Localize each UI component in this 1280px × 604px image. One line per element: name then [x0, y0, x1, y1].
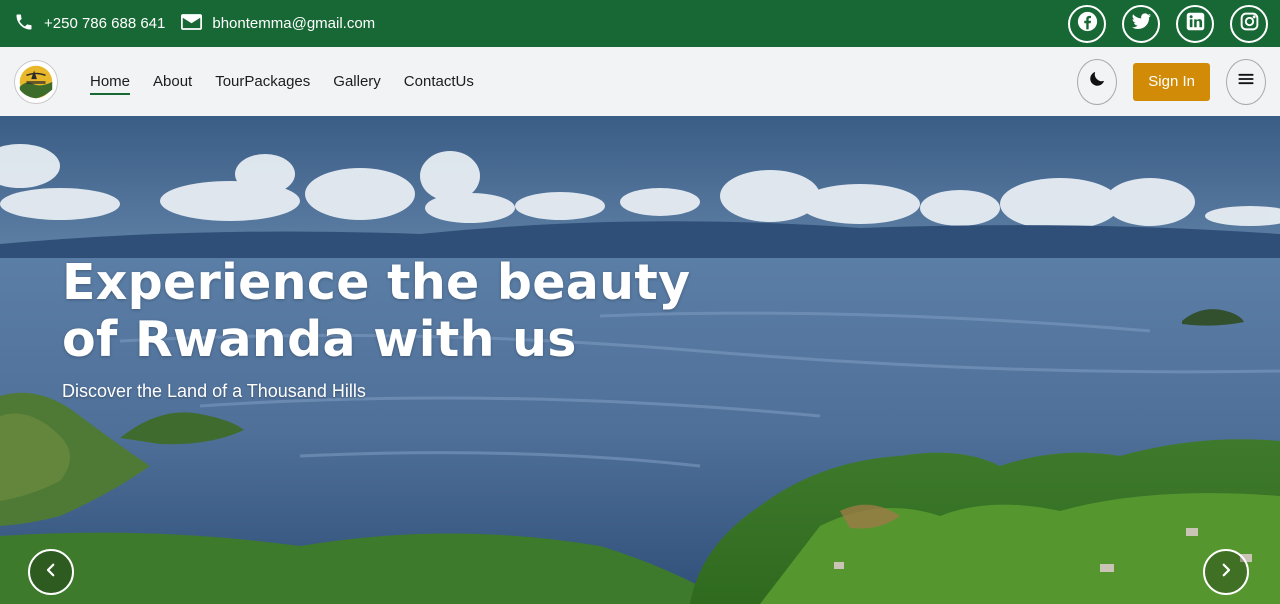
twitter-link[interactable]	[1122, 4, 1160, 43]
email-icon	[181, 13, 212, 34]
phone-contact[interactable]: +250 786 688 641	[14, 12, 165, 36]
nav-tour-packages[interactable]: TourPackages	[215, 67, 310, 96]
theme-toggle-button[interactable]	[1077, 58, 1118, 105]
hero-carousel: Experience the beauty of Rwanda with us …	[0, 116, 1280, 604]
hero-title: Experience the beauty of Rwanda with us	[62, 254, 691, 368]
carousel-next-button[interactable]	[1203, 549, 1249, 595]
facebook-icon	[1077, 11, 1098, 37]
facebook-link[interactable]	[1068, 4, 1106, 43]
instagram-link[interactable]	[1230, 4, 1268, 43]
contact-bar: +250 786 688 641 bhontemma@gmail.com	[0, 0, 1280, 47]
hero-text: Experience the beauty of Rwanda with us …	[62, 254, 702, 402]
main-navbar: Home About TourPackages Gallery ContactU…	[0, 47, 1280, 116]
nav-home[interactable]: Home	[90, 67, 131, 96]
logo-icon	[15, 61, 57, 102]
hamburger-menu-icon	[1236, 69, 1256, 94]
logo[interactable]	[14, 59, 58, 104]
nav-actions: Sign In	[1077, 58, 1266, 105]
nav-gallery[interactable]: Gallery	[333, 67, 381, 96]
sign-in-button[interactable]: Sign In	[1133, 62, 1210, 101]
carousel-prev-button[interactable]	[28, 549, 74, 595]
nav-about[interactable]: About	[153, 67, 192, 96]
linkedin-link[interactable]	[1176, 4, 1214, 43]
contact-info: +250 786 688 641 bhontemma@gmail.com	[14, 12, 391, 36]
social-links	[1068, 4, 1268, 43]
linkedin-icon	[1185, 11, 1206, 37]
menu-button[interactable]	[1226, 58, 1266, 105]
phone-icon	[14, 12, 44, 36]
email-address: bhontemma@gmail.com	[212, 15, 376, 32]
chevron-left-icon	[42, 561, 60, 584]
moon-icon	[1087, 69, 1107, 94]
hero-subtitle: Discover the Land of a Thousand Hills	[62, 381, 366, 401]
instagram-icon	[1239, 11, 1260, 37]
nav-contact-us[interactable]: ContactUs	[404, 67, 474, 96]
email-contact[interactable]: bhontemma@gmail.com	[181, 13, 376, 34]
chevron-right-icon	[1217, 561, 1235, 584]
twitter-icon	[1131, 11, 1152, 37]
nav-links: Home About TourPackages Gallery ContactU…	[90, 67, 497, 96]
phone-number: +250 786 688 641	[44, 15, 166, 32]
